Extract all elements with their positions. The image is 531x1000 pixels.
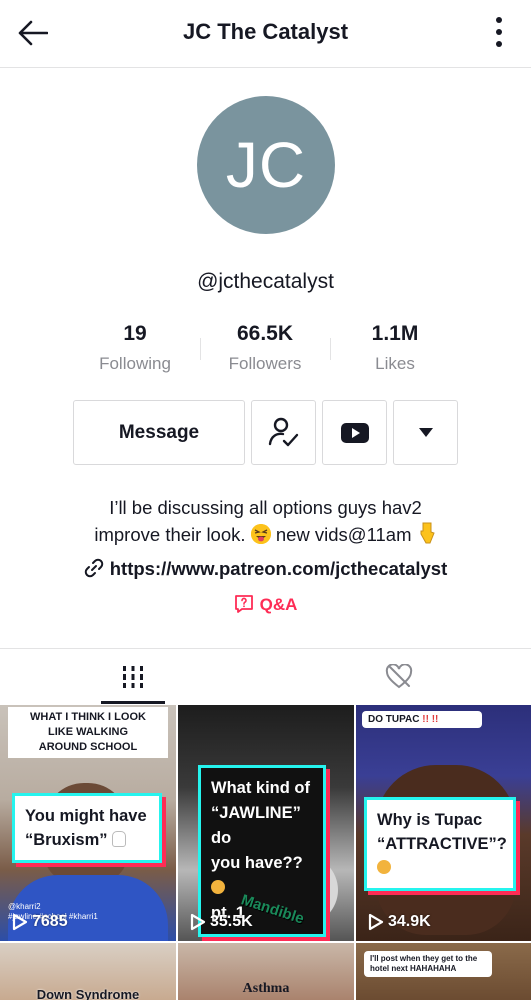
reply-bubble: I'll post when they get to the hotel nex… bbox=[364, 951, 492, 977]
following-status-button[interactable] bbox=[251, 400, 316, 465]
vertical-dots-icon bbox=[496, 17, 502, 23]
view-count: 34.9K bbox=[368, 913, 431, 931]
play-icon bbox=[190, 913, 206, 931]
face-emoji-icon bbox=[211, 880, 225, 894]
play-icon bbox=[12, 913, 28, 931]
active-tab-indicator bbox=[101, 701, 165, 704]
link-icon bbox=[84, 558, 103, 578]
bio: I’ll be discussing all options guys hav2… bbox=[0, 494, 531, 548]
video-thumbnail[interactable]: Asthma bbox=[178, 943, 354, 1000]
view-count: 35.5K bbox=[190, 913, 253, 931]
youtube-icon bbox=[340, 422, 369, 443]
video-thumbnail[interactable]: WHAT I THINK I LOOK LIKE WALKING AROUND … bbox=[0, 705, 176, 941]
youtube-button[interactable] bbox=[322, 400, 387, 465]
followers-count: 66.5K bbox=[236, 322, 294, 345]
video-caption: You might have “Bruxism” bbox=[12, 793, 162, 863]
top-bar: JC The Catalyst bbox=[0, 0, 531, 68]
qa-label: Q&A bbox=[259, 595, 298, 614]
question-box-icon bbox=[234, 595, 253, 613]
squinting-tongue-emoji-icon bbox=[250, 524, 271, 544]
username-handle: @jcthecatalyst bbox=[197, 270, 334, 293]
message-button[interactable]: Message bbox=[73, 400, 245, 465]
heart-hidden-icon bbox=[385, 664, 412, 689]
grid-bars-icon bbox=[122, 666, 143, 688]
bio-line-1: I’ll be discussing all options guys hav2 bbox=[109, 497, 422, 518]
caret-down-icon bbox=[418, 428, 433, 437]
likes-count: 1.1M bbox=[371, 322, 419, 345]
suggested-accounts-dropdown[interactable] bbox=[393, 400, 458, 465]
overlay-label: Down Syndrome bbox=[36, 987, 140, 1000]
video-caption: Why is Tupac “ATTRACTIVE”? bbox=[364, 797, 516, 891]
pointing-down-emoji-icon bbox=[417, 522, 437, 544]
avatar[interactable]: JC bbox=[197, 96, 335, 234]
view-count: 7685 bbox=[12, 913, 68, 931]
qa-button[interactable]: Q&A bbox=[0, 594, 531, 615]
tab-videos[interactable] bbox=[0, 649, 265, 705]
website-link[interactable]: https://www.patreon.com/jcthecatalyst bbox=[0, 558, 531, 580]
video-thumbnail[interactable]: I'll post when they get to the hotel nex… bbox=[356, 943, 531, 1000]
stat-following[interactable]: 19 Following bbox=[70, 322, 200, 378]
video-credit: @kharri2 bbox=[8, 902, 41, 911]
stat-likes[interactable]: 1.1M Likes bbox=[330, 322, 460, 378]
likes-label: Likes bbox=[375, 354, 415, 373]
face-emoji-icon bbox=[377, 860, 391, 874]
video-thumbnail[interactable]: What kind of “JAWLINE” do you have?? pt.… bbox=[178, 705, 354, 941]
reply-text: DO TUPAC bbox=[368, 714, 420, 725]
reply-bubble: DO TUPAC !! !! bbox=[362, 711, 482, 728]
video-thumbnail[interactable]: Down Syndrome bbox=[0, 943, 176, 1000]
person-check-icon bbox=[268, 417, 298, 446]
bio-line-2: improve their look. new vids@11am bbox=[0, 521, 531, 548]
tab-liked[interactable] bbox=[266, 649, 531, 705]
stat-followers[interactable]: 66.5K Followers bbox=[200, 322, 330, 378]
video-thumbnail[interactable]: DO TUPAC !! !! Why is Tupac “ATTRACTIVE”… bbox=[356, 705, 531, 941]
overlay-label: Asthma bbox=[242, 981, 290, 996]
profile-stats: 19 Following 66.5K Followers 1.1M Likes bbox=[70, 322, 460, 378]
page-title: JC The Catalyst bbox=[182, 19, 349, 44]
more-options-button[interactable] bbox=[489, 14, 509, 50]
profile-tabs bbox=[0, 648, 531, 704]
tooth-emoji-icon bbox=[112, 831, 127, 847]
following-count: 19 bbox=[123, 322, 147, 345]
followers-label: Followers bbox=[228, 354, 302, 373]
play-icon bbox=[368, 913, 384, 931]
video-banner: WHAT I THINK I LOOK LIKE WALKING AROUND … bbox=[8, 707, 168, 758]
website-url: https://www.patreon.com/jcthecatalyst bbox=[109, 558, 448, 579]
following-label: Following bbox=[99, 354, 171, 373]
